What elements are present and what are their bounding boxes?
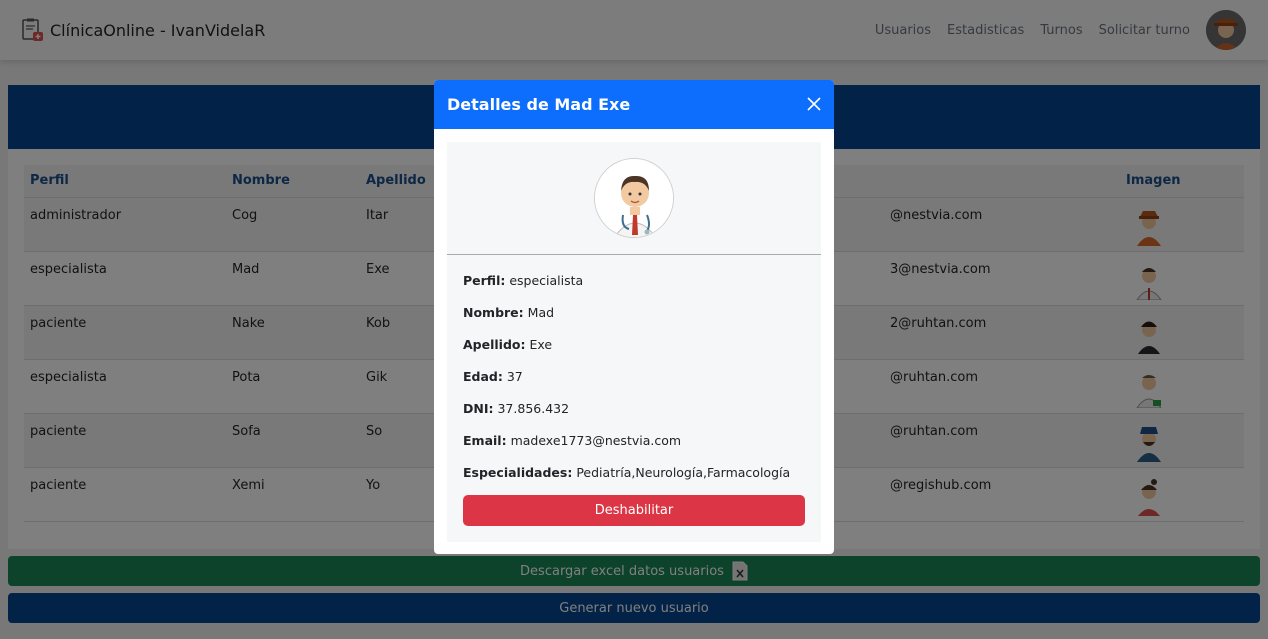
detail-email: Email: madexe1773@nestvia.com	[463, 433, 681, 448]
detail-value: Pediatría,Neurología,Farmacología	[576, 465, 791, 480]
detail-dni: DNI: 37.856.432	[463, 401, 569, 416]
detail-value: Mad	[527, 305, 555, 320]
card-divider	[447, 254, 821, 255]
user-details-card: Perfil: especialista Nombre: Mad Apellid…	[447, 142, 821, 542]
detail-apellido: Apellido: Exe	[463, 337, 552, 352]
detail-label: DNI:	[463, 401, 494, 416]
detail-value: especialista	[509, 273, 584, 288]
disable-user-label: Deshabilitar	[594, 503, 674, 518]
detail-perfil: Perfil: especialista	[463, 273, 583, 288]
detail-especialidades: Especialidades: Pediatría,Neurología,Far…	[463, 465, 790, 480]
user-details-modal: Detalles de Mad Exe Perfil: especialista…	[434, 80, 834, 554]
detail-value: Exe	[529, 337, 553, 352]
detail-value: 37.856.432	[497, 401, 570, 416]
detail-label: Nombre:	[463, 305, 524, 320]
detail-value: 37	[506, 369, 523, 384]
modal-header: Detalles de Mad Exe	[434, 80, 834, 129]
detail-nombre: Nombre: Mad	[463, 305, 554, 320]
detail-label: Edad:	[463, 369, 503, 384]
detail-label: Email:	[463, 433, 507, 448]
close-icon[interactable]	[806, 96, 822, 112]
detail-value: madexe1773@nestvia.com	[510, 433, 682, 448]
profile-picture	[594, 158, 674, 238]
detail-label: Apellido:	[463, 337, 526, 352]
detail-label: Especialidades:	[463, 465, 573, 480]
detail-label: Perfil:	[463, 273, 506, 288]
disable-user-button[interactable]: Deshabilitar	[463, 495, 805, 526]
detail-edad: Edad: 37	[463, 369, 523, 384]
modal-title: Detalles de Mad Exe	[447, 95, 631, 114]
doctor-avatar-icon	[595, 159, 673, 237]
